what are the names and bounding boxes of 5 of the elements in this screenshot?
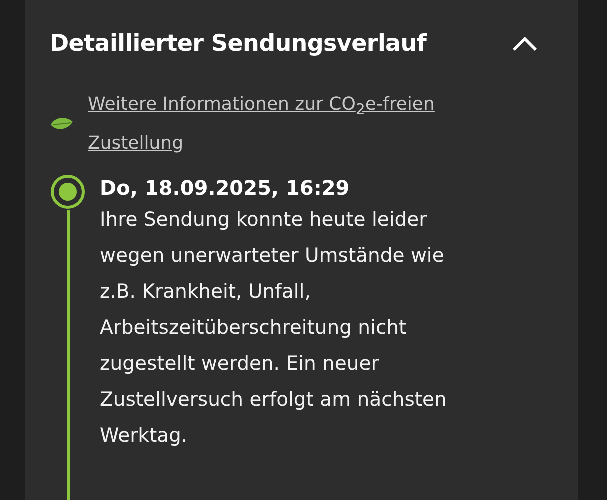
leaf-icon bbox=[50, 116, 74, 132]
event-description: Ihre Sendung konnte heute leider wegen unerwarteter Umstände wie z.B. Krankheit, Unfall, Arbeitszeitüberschreitung nicht zugestellt werden. Ein neuer Zustellversuch erfolgt am nächsten Werktag. bbox=[100, 206, 447, 449]
event-date: Do, 18.09.2025, 16:29 bbox=[100, 174, 351, 202]
co2-info-link[interactable]: Weitere Informationen zur CO$_{2}$e-freien Zustellung bbox=[88, 88, 435, 160]
section-title: Detaillierter Sendungsverlauf bbox=[50, 31, 427, 57]
